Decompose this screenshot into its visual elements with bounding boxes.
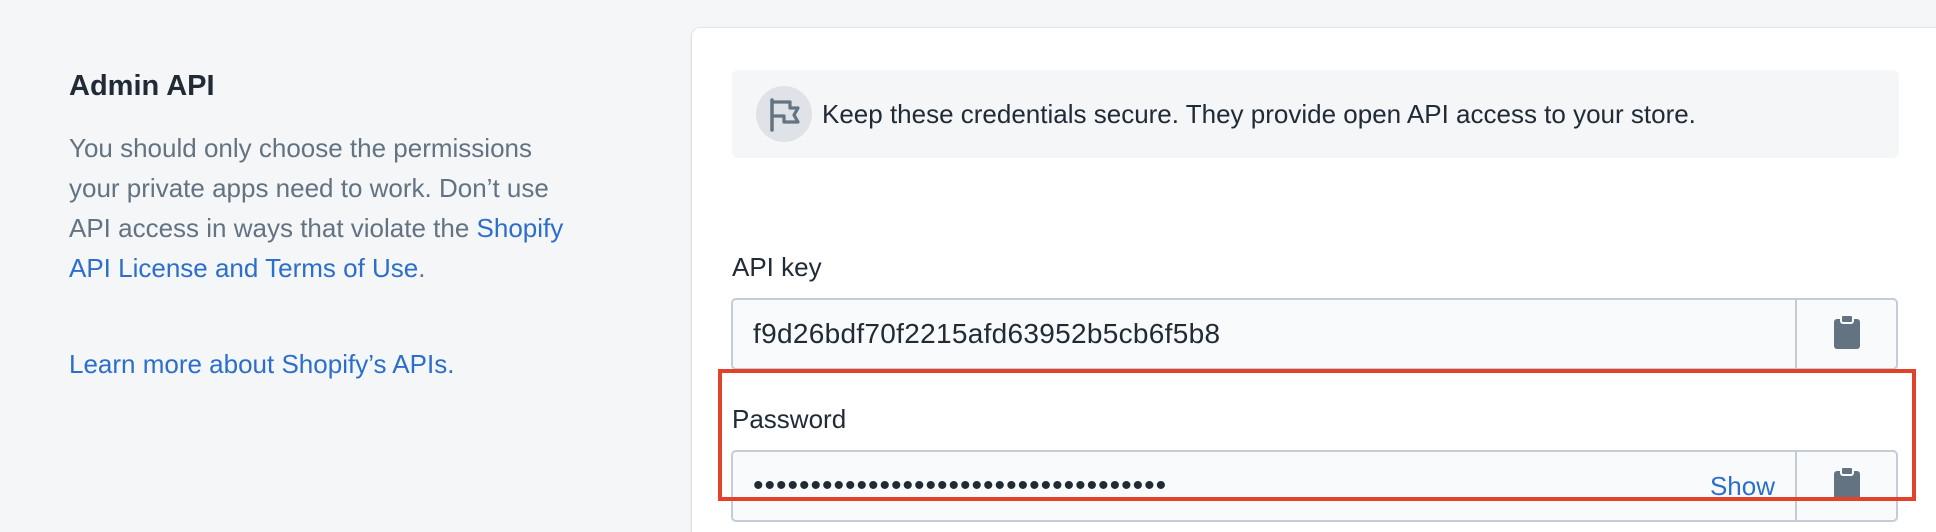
- learn-more-link[interactable]: Learn more about Shopify’s APIs.: [69, 349, 454, 379]
- password-label: Password: [732, 404, 847, 434]
- api-key-value[interactable]: f9d26bdf70f2215afd63952b5cb6f5b8: [733, 300, 1795, 368]
- password-value[interactable]: ••••••••••••••••••••••••••••••••••••: [733, 452, 1690, 520]
- section-description: You should only choose the permissions y…: [69, 128, 569, 288]
- clipboard-icon: [1833, 465, 1861, 507]
- admin-api-annotation: Admin API You should only choose the per…: [69, 64, 589, 384]
- section-title: Admin API: [69, 70, 215, 102]
- learn-more-container: Learn more about Shopify’s APIs.: [69, 344, 589, 384]
- credentials-card: Keep these credentials secure. They prov…: [692, 28, 1936, 532]
- flag-icon: [756, 86, 812, 142]
- copy-api-key-button[interactable]: [1795, 300, 1896, 368]
- password-field: •••••••••••••••••••••••••••••••••••• Sho…: [731, 450, 1898, 522]
- api-key-field: f9d26bdf70f2215afd63952b5cb6f5b8: [731, 298, 1898, 370]
- clipboard-icon: [1833, 313, 1861, 355]
- banner-text: Keep these credentials secure. They prov…: [822, 99, 1696, 129]
- api-key-label: API key: [732, 252, 822, 282]
- copy-password-button[interactable]: [1795, 452, 1896, 520]
- description-suffix: .: [418, 253, 426, 283]
- show-password-button[interactable]: Show: [1690, 452, 1795, 520]
- security-banner: Keep these credentials secure. They prov…: [732, 70, 1899, 158]
- admin-api-page: Admin API You should only choose the per…: [0, 0, 1936, 532]
